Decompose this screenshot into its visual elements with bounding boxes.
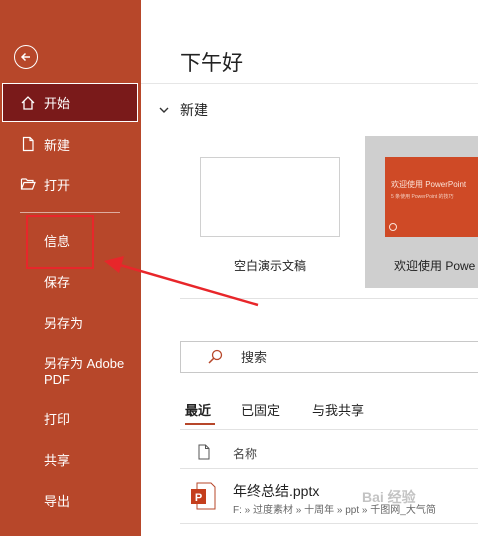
- column-header-name[interactable]: 名称: [233, 445, 257, 462]
- thumb-subtitle: 5 条使用 PowerPoint 的技巧: [391, 194, 454, 200]
- divider: [180, 429, 478, 430]
- file-name[interactable]: 年终总结.pptx: [233, 481, 319, 501]
- divider: [141, 83, 478, 84]
- divider: [180, 523, 478, 524]
- new-section-title: 新建: [180, 102, 208, 118]
- welcome-template-label: 欢迎使用 Powe: [394, 259, 476, 273]
- back-button[interactable]: [14, 45, 38, 69]
- nav-item-share[interactable]: 共享: [44, 453, 70, 469]
- greeting-title: 下午好: [180, 52, 243, 75]
- nav-item-export[interactable]: 导出: [44, 494, 70, 510]
- tab-pinned[interactable]: 已固定: [241, 400, 280, 419]
- nav-item-label-line1: 另存为 Adobe: [44, 356, 125, 371]
- nav-item-save-as-adobe-pdf[interactable]: 另存为 Adobe PDF: [44, 356, 124, 388]
- nav-item-label: 开始: [44, 96, 71, 111]
- sidebar: 开始 新建 打开 信息 保存 另存为 另存为 Adobe PDF 打印 共享 导…: [0, 0, 141, 536]
- search-box[interactable]: [180, 341, 478, 373]
- nav-item-label-line2: PDF: [44, 372, 70, 387]
- nav-item-label: 打开: [44, 177, 71, 193]
- search-icon: [208, 349, 223, 364]
- pptx-file-icon: P: [191, 482, 216, 510]
- thumb-circle-icon: [389, 223, 397, 231]
- nav-item-open[interactable]: 打开: [0, 164, 141, 204]
- blank-presentation-label: 空白演示文稿: [233, 259, 306, 273]
- new-file-icon: [22, 136, 34, 152]
- svg-text:Bai 经验: Bai 经验: [362, 489, 417, 505]
- file-type-column-icon: [198, 444, 210, 460]
- folder-open-icon: [20, 178, 36, 190]
- baidu-watermark-icon: Bai 经验: [362, 489, 417, 505]
- highlight-box: [26, 215, 94, 269]
- divider: [180, 468, 478, 469]
- nav-item-home[interactable]: 开始: [2, 83, 138, 122]
- divider: [180, 298, 478, 299]
- new-section-header[interactable]: 新建: [158, 100, 208, 120]
- chevron-down-icon: [159, 107, 169, 113]
- search-input[interactable]: [241, 349, 441, 365]
- nav-item-save-as[interactable]: 另存为: [44, 316, 83, 332]
- nav-item-new[interactable]: 新建: [0, 124, 141, 164]
- svg-text:P: P: [195, 492, 202, 504]
- home-icon: [21, 95, 35, 110]
- sidebar-divider: [20, 212, 120, 213]
- nav-item-save[interactable]: 保存: [44, 275, 70, 291]
- tab-shared-with-me[interactable]: 与我共享: [312, 400, 364, 419]
- active-tab-indicator: [185, 423, 215, 425]
- thumb-title: 欢迎使用 PowerPoint: [391, 180, 467, 189]
- welcome-template-thumbnail[interactable]: 欢迎使用 PowerPoint 5 条使用 PowerPoint 的技巧: [385, 157, 478, 237]
- back-arrow-icon: [20, 52, 30, 62]
- blank-presentation-thumbnail[interactable]: [200, 157, 340, 237]
- tab-recent[interactable]: 最近: [185, 400, 211, 419]
- nav-item-label: 新建: [44, 137, 71, 153]
- nav-item-print[interactable]: 打印: [44, 412, 70, 428]
